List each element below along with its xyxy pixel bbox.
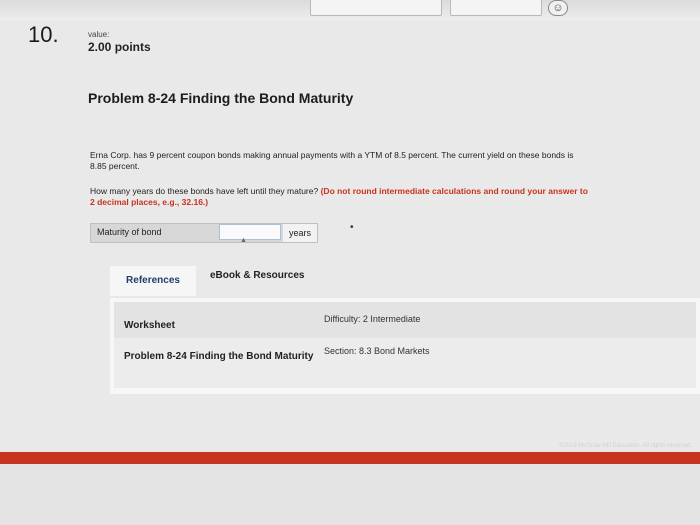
question-block: How many years do these bonds have left … xyxy=(90,186,590,208)
reference-row[interactable]: Problem 8-24 Finding the Bond Maturity S… xyxy=(114,338,696,388)
value-label: value: xyxy=(88,30,110,39)
reference-row[interactable]: Worksheet Difficulty: 2 Intermediate xyxy=(114,302,696,338)
points-value: 2.00 points xyxy=(88,40,151,54)
question-number: 10. xyxy=(28,22,59,47)
tab-ebook-resources[interactable]: eBook & Resources xyxy=(210,270,304,281)
answer-unit: years xyxy=(283,224,317,242)
problem-title: Problem 8-24 Finding the Bond Maturity xyxy=(88,90,354,106)
toolbar-field[interactable] xyxy=(310,0,442,16)
toolbar-field-secondary[interactable] xyxy=(450,0,542,16)
question-text: How many years do these bonds have left … xyxy=(90,186,319,196)
difficulty-text: Difficulty: 2 Intermediate xyxy=(324,314,421,324)
copyright-text: ©2019 McGraw-Hill Education. All rights … xyxy=(558,443,692,449)
hint-icon[interactable]: ☺ xyxy=(548,0,568,16)
reference-label[interactable]: Worksheet xyxy=(124,320,175,331)
answer-label: Maturity of bond xyxy=(97,227,162,237)
top-toolbar: ☺ xyxy=(0,0,700,20)
answer-row: Maturity of bond years xyxy=(90,223,318,243)
page-bottom xyxy=(0,464,700,525)
reference-label[interactable]: Problem 8-24 Finding the Bond Maturity xyxy=(124,350,324,363)
tab-references[interactable]: References xyxy=(110,266,196,296)
references-panel: Worksheet Difficulty: 2 Intermediate Pro… xyxy=(110,298,700,394)
footer-bar xyxy=(0,452,700,464)
section-text: Section: 8.3 Bond Markets xyxy=(324,346,430,356)
problem-text: Erna Corp. has 9 percent coupon bonds ma… xyxy=(90,150,574,171)
bullet-marker: • xyxy=(350,222,354,233)
cursor-caret-icon: ▲ xyxy=(240,237,247,244)
resource-tabs: References eBook & Resources xyxy=(110,262,700,298)
maturity-input[interactable] xyxy=(219,224,281,240)
